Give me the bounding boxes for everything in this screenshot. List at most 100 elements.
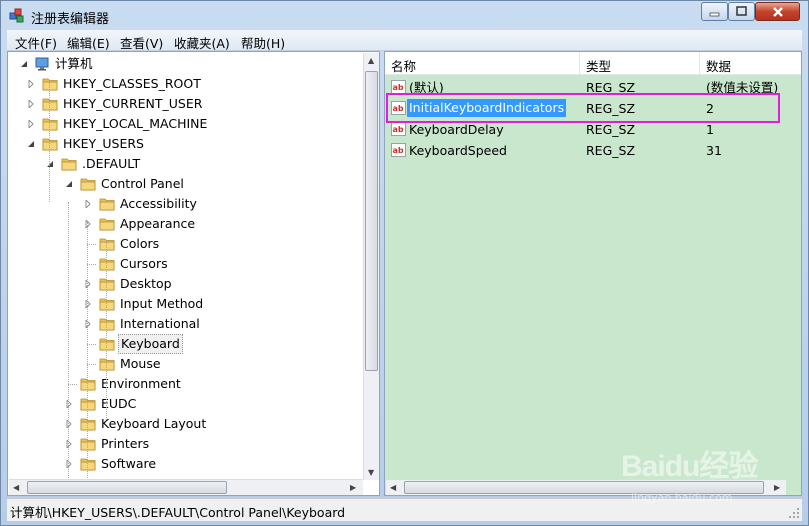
column-type[interactable]: 类型	[586, 56, 611, 75]
tree-horizontal-scroll-thumb[interactable]	[27, 481, 227, 494]
expand-arrow-icon[interactable]	[27, 80, 35, 88]
folder-icon	[80, 438, 96, 451]
menu-favorites[interactable]: 收藏夹(A)	[174, 33, 230, 52]
scroll-down-arrow[interactable]: ▼	[368, 468, 374, 477]
tree-label: HKEY_LOCAL_MACHINE	[63, 116, 208, 131]
string-value-icon: ab	[391, 122, 406, 136]
value-row[interactable]: ab KeyboardSpeed REG_SZ 31	[385, 140, 801, 161]
annotation-highlight-box	[386, 93, 780, 123]
key-tree[interactable]: 计算机 HKEY_CLASSES_ROOT HKEY_CURRENT_USER HKE…	[7, 51, 380, 496]
expand-arrow-icon[interactable]	[27, 100, 35, 108]
resize-grip-icon[interactable]	[788, 507, 800, 519]
tree-label: Environment	[101, 376, 181, 391]
expand-arrow-icon[interactable]	[65, 420, 73, 428]
value-name: KeyboardSpeed	[409, 143, 507, 158]
menu-bar: 文件(F) 编辑(E) 查看(V) 收藏夹(A) 帮助(H)	[7, 30, 802, 51]
collapse-arrow-icon[interactable]	[65, 180, 73, 188]
scroll-left-arrow[interactable]: ◀	[13, 483, 19, 492]
folder-icon	[99, 258, 115, 271]
title-bar[interactable]: 注册表编辑器	[1, 1, 808, 30]
value-type: REG_SZ	[586, 143, 636, 158]
registry-editor-icon	[9, 8, 24, 23]
close-button[interactable]	[755, 2, 800, 21]
folder-icon	[80, 398, 96, 411]
column-data[interactable]: 数据	[706, 56, 731, 75]
menu-help[interactable]: 帮助(H)	[241, 33, 285, 52]
folder-icon	[80, 378, 96, 391]
folder-icon	[99, 318, 115, 331]
collapse-arrow-icon[interactable]	[27, 140, 35, 148]
tree-label: Mouse	[120, 356, 161, 371]
folder-icon	[80, 178, 96, 191]
folder-icon	[42, 98, 58, 111]
tree-label: Software	[101, 456, 157, 471]
expand-arrow-icon[interactable]	[65, 400, 73, 408]
tree-label: .DEFAULT	[82, 156, 141, 171]
scroll-up-arrow[interactable]: ▲	[368, 56, 374, 65]
expand-arrow-icon[interactable]	[84, 320, 92, 328]
folder-icon	[80, 418, 96, 431]
value-data: 31	[706, 143, 722, 158]
menu-file[interactable]: 文件(F)	[15, 33, 57, 52]
folder-icon	[99, 238, 115, 251]
expand-arrow-icon[interactable]	[65, 440, 73, 448]
tree-label: Keyboard	[118, 334, 183, 354]
folder-icon	[99, 358, 115, 371]
tree-horizontal-scrollbar[interactable]: ◀ ▶	[9, 479, 363, 495]
maximize-icon	[736, 6, 747, 16]
watermark-sub: jingyan.baidu.com	[631, 491, 733, 504]
expand-arrow-icon[interactable]	[84, 200, 92, 208]
computer-icon	[35, 57, 49, 71]
baidu-watermark: Baidu经验 jingyan.baidu.com	[621, 441, 771, 511]
folder-icon	[99, 338, 115, 351]
minimize-button[interactable]	[701, 2, 728, 21]
tree-label: Keyboard Layout	[101, 416, 207, 431]
folder-icon	[42, 78, 58, 91]
column-header: 名称 类型 数据	[385, 52, 801, 75]
maximize-button[interactable]	[728, 2, 755, 21]
menu-view[interactable]: 查看(V)	[120, 33, 163, 52]
close-icon	[772, 7, 783, 17]
tree-label: Appearance	[120, 216, 196, 231]
tree-label: EUDC	[101, 396, 137, 411]
expand-arrow-icon[interactable]	[84, 300, 92, 308]
collapse-arrow-icon[interactable]	[46, 160, 54, 168]
tree-label: International	[120, 316, 200, 331]
expand-arrow-icon[interactable]	[84, 280, 92, 288]
menu-edit[interactable]: 编辑(E)	[67, 33, 110, 52]
tree-vertical-scroll-thumb[interactable]	[365, 71, 378, 371]
tree-vertical-scrollbar[interactable]: ▲ ▼	[363, 53, 379, 480]
tree-label: Accessibility	[120, 196, 197, 211]
tree-label: Control Panel	[101, 176, 184, 191]
expand-arrow-icon[interactable]	[84, 220, 92, 228]
tree-label: Colors	[120, 236, 160, 251]
scroll-right-arrow[interactable]: ▶	[774, 483, 780, 492]
string-value-icon: ab	[391, 143, 406, 157]
tree-label: HKEY_CLASSES_ROOT	[63, 76, 201, 91]
tree-label: Printers	[101, 436, 150, 451]
tree-label: Input Method	[120, 296, 204, 311]
tree-label: Cursors	[120, 256, 168, 271]
folder-icon	[42, 138, 58, 151]
scroll-left-arrow[interactable]: ◀	[390, 483, 396, 492]
column-name[interactable]: 名称	[391, 56, 416, 75]
folder-icon	[99, 218, 115, 231]
window-title: 注册表编辑器	[31, 12, 110, 27]
status-path: 计算机\HKEY_USERS\.DEFAULT\Control Panel\Ke…	[10, 505, 346, 520]
folder-icon	[99, 278, 115, 291]
collapse-arrow-icon[interactable]	[20, 60, 28, 68]
registry-editor-window: 注册表编辑器 文件(F) 编辑(E) 查看(V) 收藏夹(A) 帮助(H) 计算…	[0, 0, 809, 526]
string-value-icon: ab	[391, 80, 406, 94]
folder-icon	[42, 118, 58, 131]
tree-label: Desktop	[120, 276, 172, 291]
svg-text:ab: ab	[393, 146, 404, 155]
svg-text:ab: ab	[393, 125, 404, 134]
scroll-right-arrow[interactable]: ▶	[350, 483, 356, 492]
folder-icon	[99, 198, 115, 211]
expand-arrow-icon[interactable]	[27, 120, 35, 128]
svg-text:ab: ab	[393, 83, 404, 92]
tree-label: HKEY_CURRENT_USER	[63, 96, 203, 111]
minimize-icon	[709, 12, 720, 17]
tree-label: 计算机	[55, 56, 93, 71]
expand-arrow-icon[interactable]	[65, 460, 73, 468]
